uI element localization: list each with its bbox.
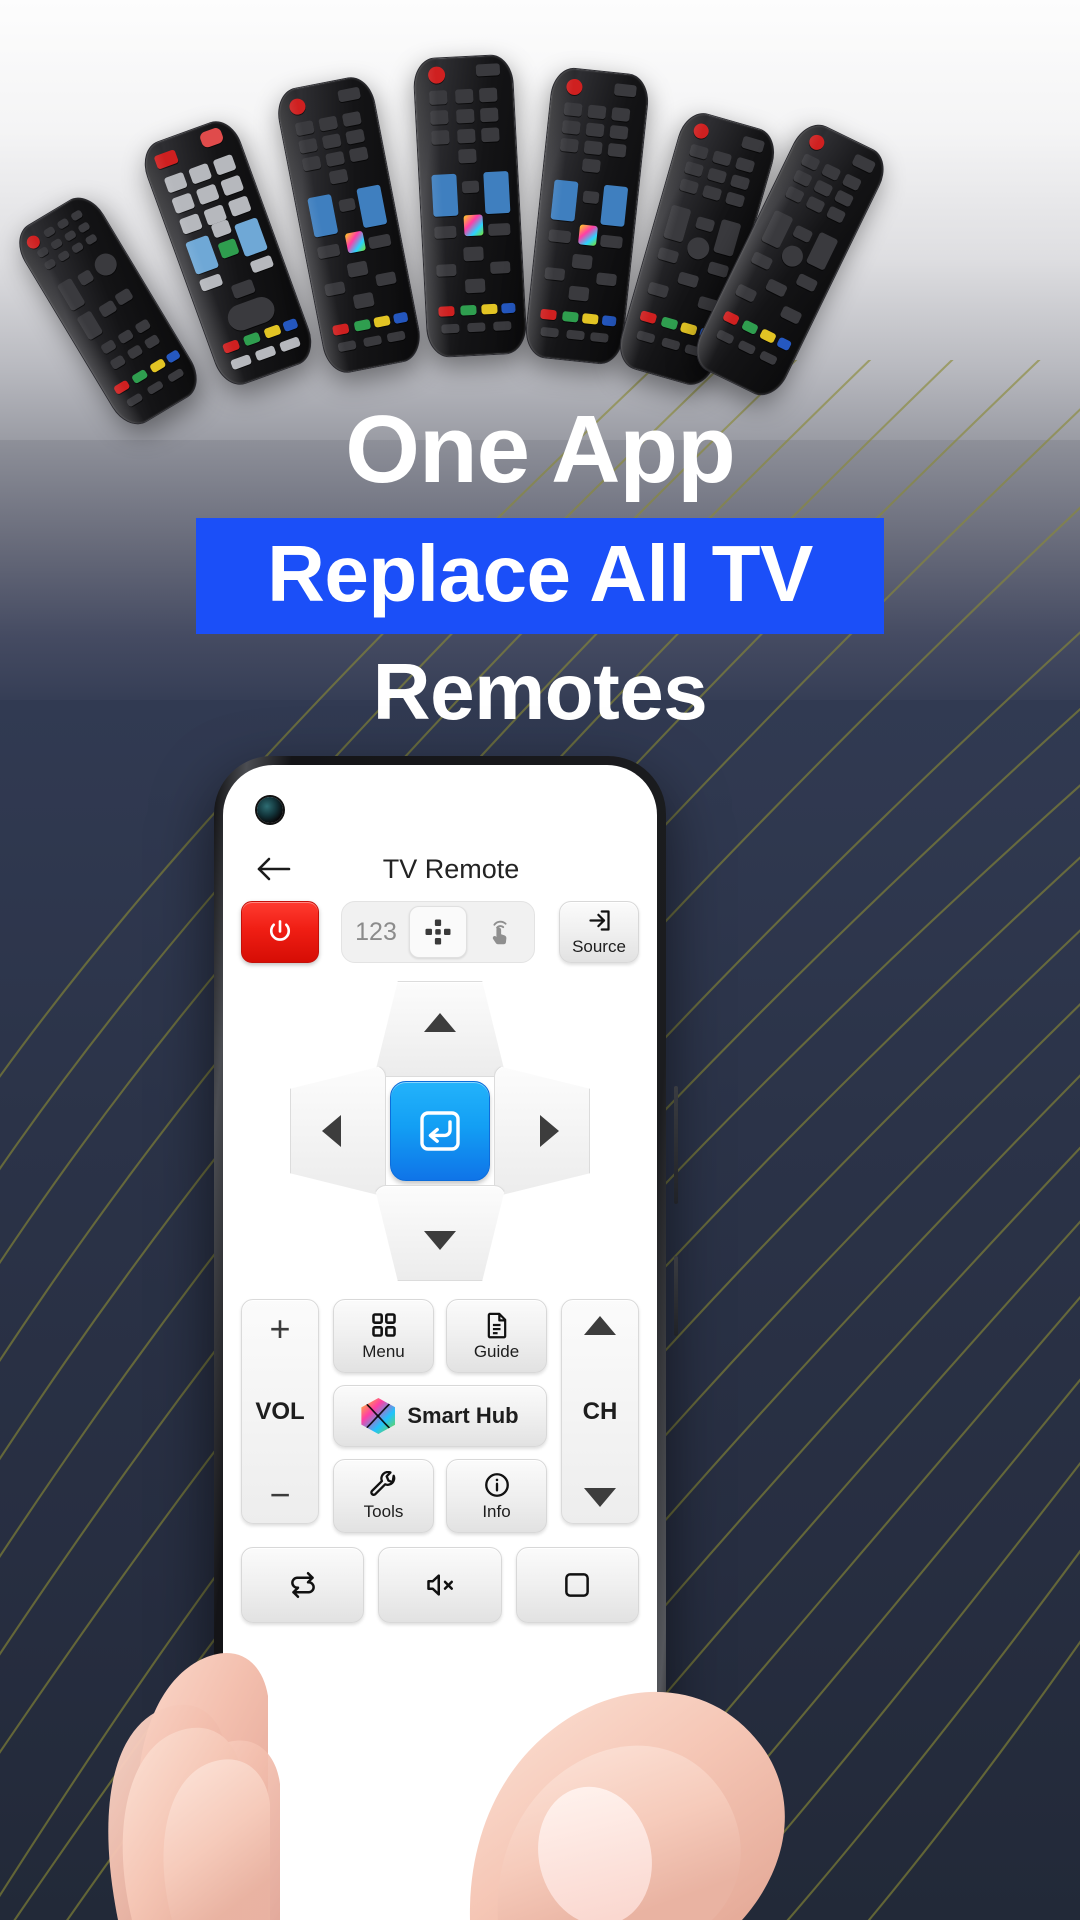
lower-control-grid: + VOL − Menu Guide Smart Hub Tools Info … [241,1299,639,1533]
input-mode-segmented-control: 123 [341,901,535,963]
touchpad-icon [492,920,507,945]
source-input-icon [588,910,610,931]
guide-button[interactable]: Guide [446,1299,547,1373]
volume-up-label: + [269,1308,291,1349]
bottom-button-row [241,1547,639,1623]
guide-button-label: Guide [473,1341,520,1361]
info-circle-icon [484,1472,509,1497]
promo-line-3: Remotes [372,647,708,737]
smart-hub-cube-icon [361,1398,396,1434]
exit-icon [565,1573,590,1597]
menu-button[interactable]: Menu [333,1299,434,1373]
dpad-right-button[interactable] [494,1065,590,1197]
document-guide-icon [487,1312,506,1338]
touchpad-mode-button[interactable] [471,906,529,958]
dpad-up-button[interactable] [374,981,506,1077]
wrench-tools-icon [369,1470,395,1496]
volume-down-label: − [269,1473,291,1515]
source-button-label: Source [572,937,626,956]
return-button[interactable] [241,1547,365,1623]
tools-button[interactable]: Tools [333,1459,434,1533]
app-toolbar: TV Remote [223,837,657,901]
mute-speaker-icon [427,1574,453,1596]
page-title: TV Remote [382,853,520,884]
chevron-down-icon [584,1488,616,1507]
numeric-keypad-icon: 123 [355,917,397,946]
phone-volume-button[interactable] [674,1086,678,1204]
back-arrow-icon[interactable] [245,856,301,882]
tools-button-label: Tools [363,1501,404,1521]
dpad-down-icon [424,1230,456,1250]
mute-button[interactable] [378,1547,502,1623]
phone-mockup: TV Remote 123 Source + VOL − Menu Guide … [214,756,678,1920]
smart-hub-button[interactable]: Smart Hub [333,1385,547,1447]
remote-device-4 [412,53,528,359]
repeat-return-icon [290,1571,315,1598]
dpad-up-icon [424,1012,456,1032]
dpad-icon [425,919,451,945]
promo-highlight-band: Replace All TV [196,517,884,635]
info-button[interactable]: Info [446,1459,547,1533]
menu-button-label: Menu [362,1341,405,1361]
dpad-ok-button[interactable] [390,1081,490,1181]
tools-info-row: Tools Info [333,1459,547,1533]
grid-menu-icon [371,1312,396,1337]
promo-line-2: Replace All TV [267,528,813,618]
volume-label: VOL [255,1397,305,1425]
top-control-row: 123 Source [241,901,639,963]
volume-rocker[interactable]: + VOL − [241,1299,319,1524]
dpad-right-icon [539,1115,559,1147]
center-button-column: Menu Guide Smart Hub Tools Info [333,1299,547,1533]
channel-rocker[interactable]: CH [561,1299,639,1524]
info-button-label: Info [482,1501,511,1521]
dpad-left-button[interactable] [290,1065,386,1197]
remote-controls-fan-image [0,20,1080,440]
menu-guide-row: Menu Guide [333,1299,547,1373]
enter-ok-icon [420,1111,460,1151]
power-button[interactable] [241,901,319,963]
remote-control-panel: 123 Source + VOL − Menu Guide Smart Hub … [223,901,657,1623]
smart-hub-button-label: Smart Hub [407,1403,519,1428]
dpad-left-icon [321,1115,341,1147]
phone-screen: TV Remote 123 Source + VOL − Menu Guide … [223,765,657,1920]
promo-headline: One App Replace All TV Remotes [0,398,1080,736]
power-icon [269,920,291,941]
dpad-mode-button[interactable] [409,906,467,958]
channel-label: CH [582,1397,618,1425]
chevron-up-icon [584,1316,616,1335]
directional-pad [290,981,590,1281]
promo-line-1: One App [345,396,735,503]
numeric-keypad-button[interactable]: 123 [347,906,405,958]
dpad-down-button[interactable] [374,1185,506,1281]
phone-power-button[interactable] [674,1256,678,1336]
source-button[interactable]: Source [559,901,639,963]
front-camera-icon [257,797,283,823]
extra-button[interactable] [515,1547,639,1623]
